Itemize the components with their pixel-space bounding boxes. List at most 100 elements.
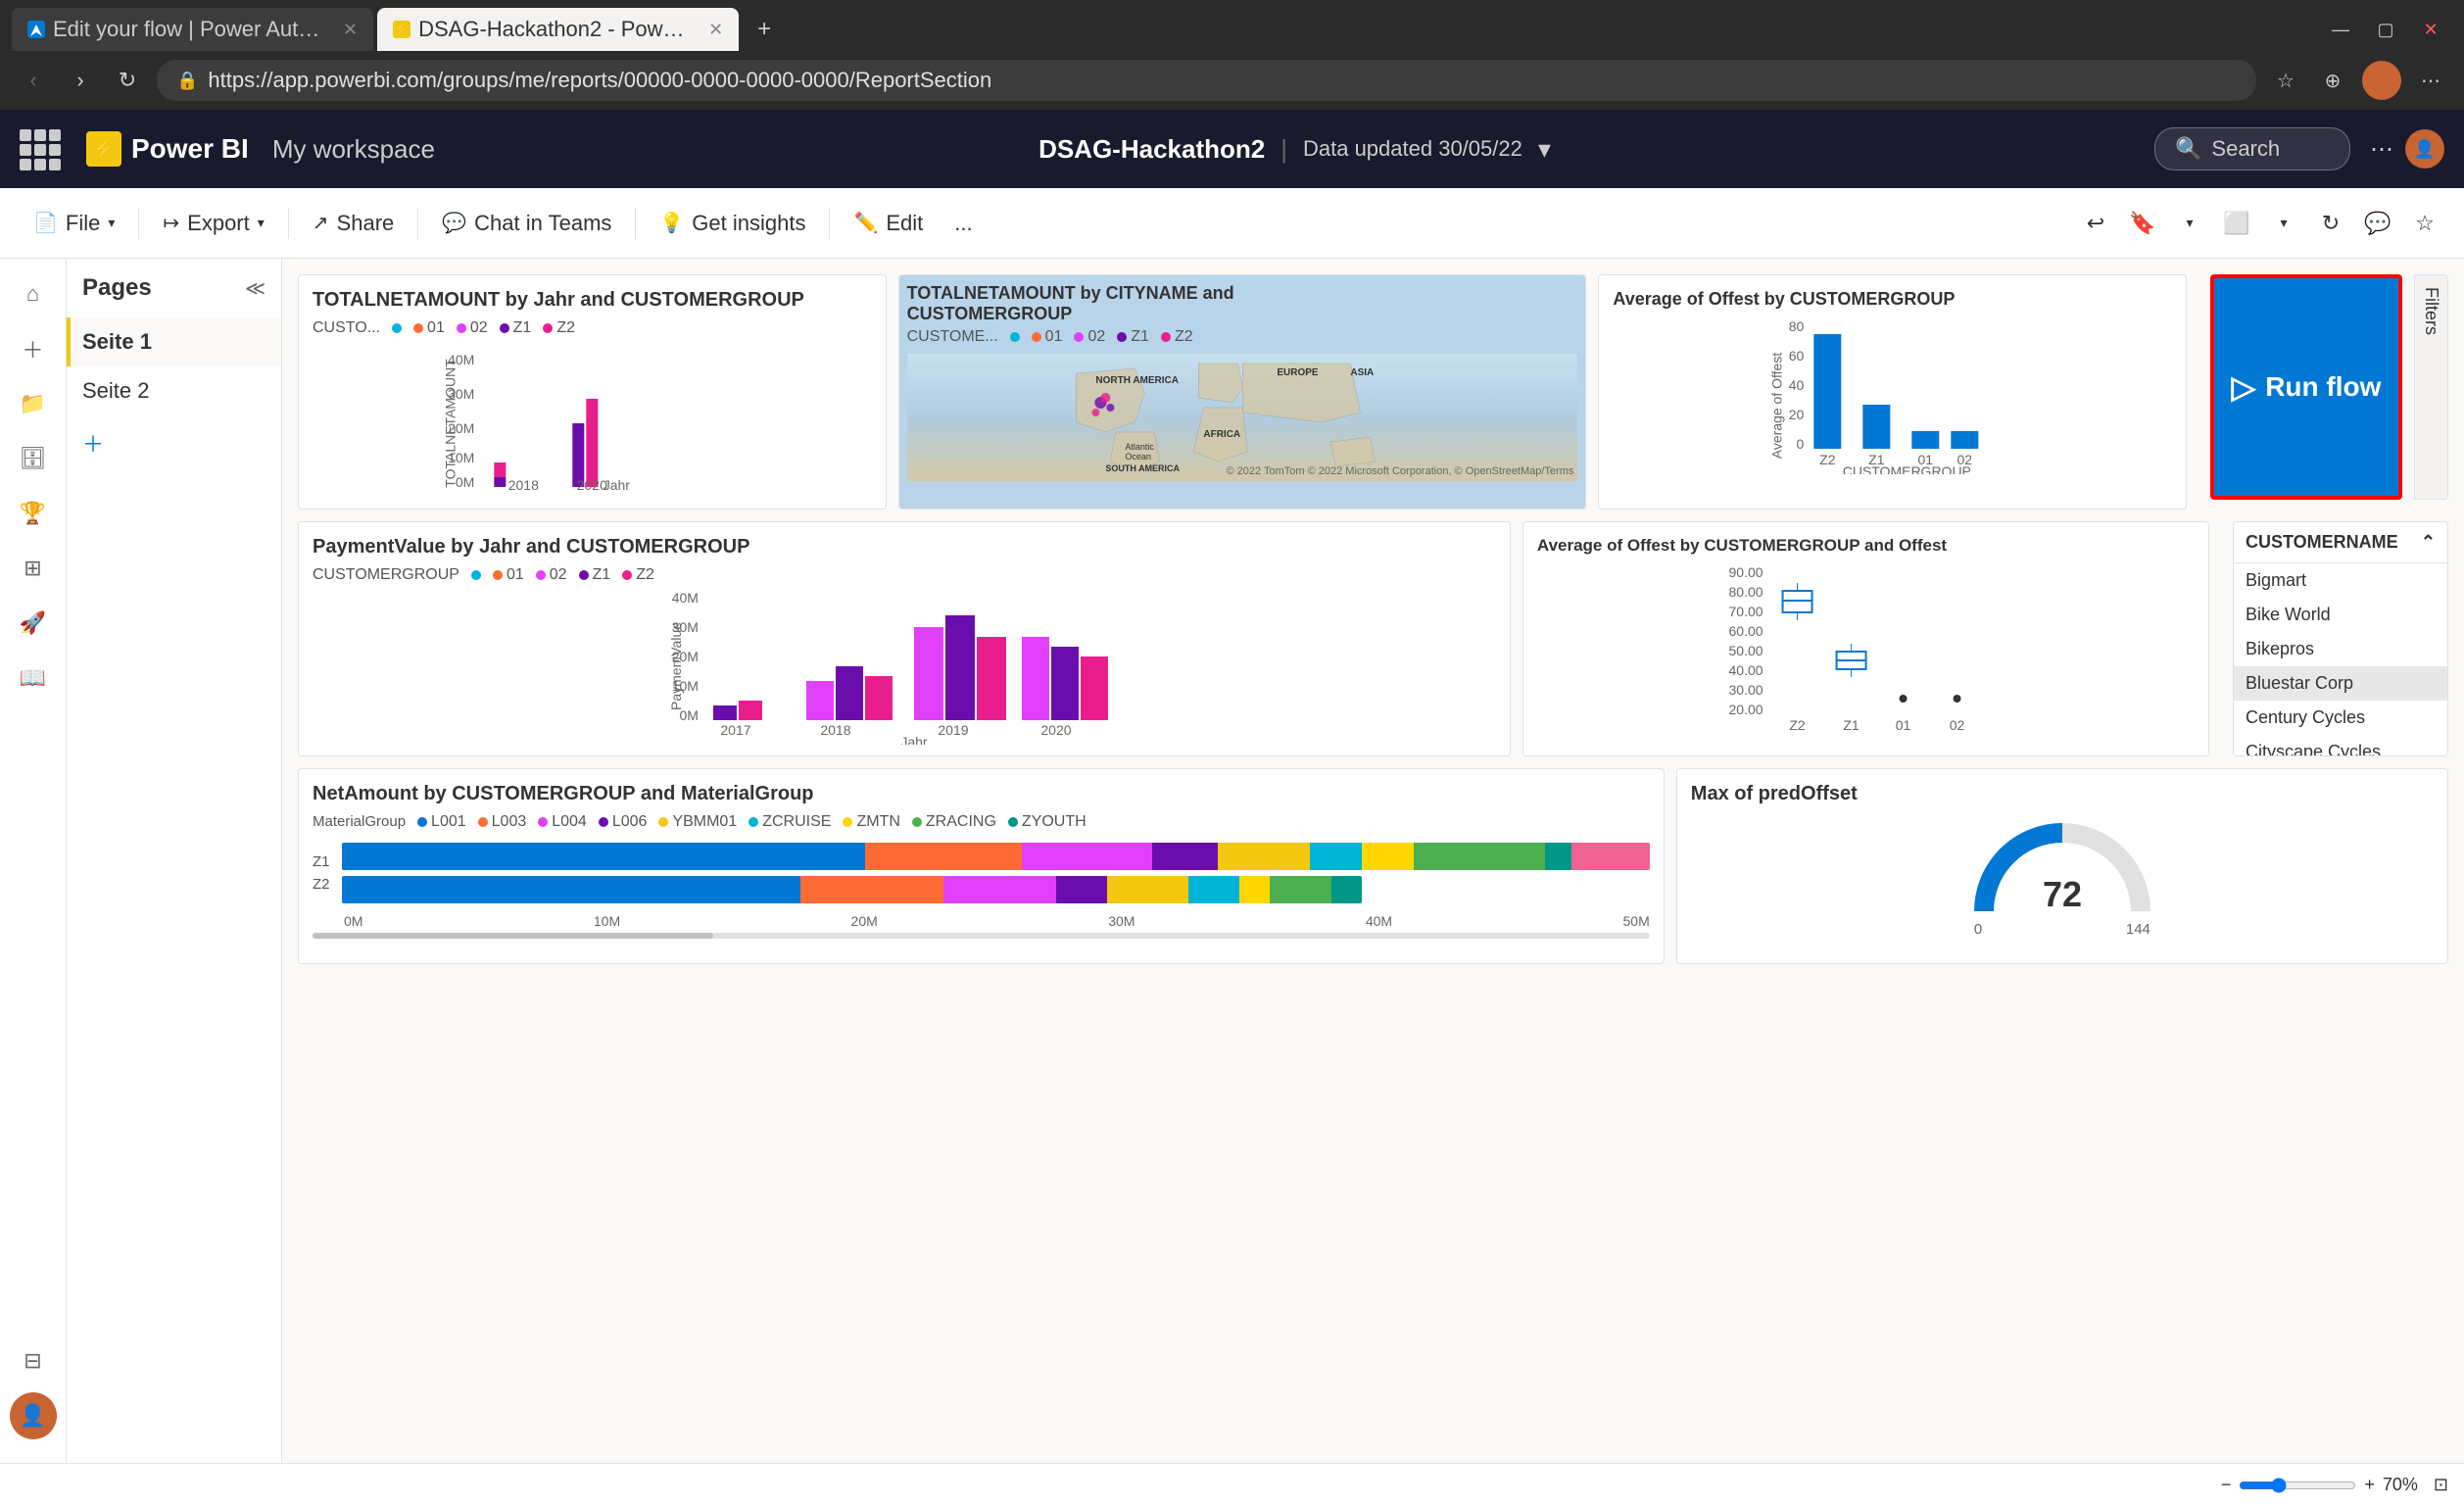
pages-collapse-button[interactable]: ≪ bbox=[245, 276, 266, 301]
browser-controls: ‹ › ↻ 🔒 https://app.powerbi.com/groups/m… bbox=[0, 51, 2464, 110]
customer-bluestar[interactable]: Bluestar Corp bbox=[2234, 666, 2447, 701]
svg-text:ASIA: ASIA bbox=[1350, 367, 1374, 378]
refresh-data-button[interactable]: ↻ bbox=[2311, 204, 2350, 243]
notifications-icon[interactable]: ⋯ bbox=[2370, 135, 2393, 164]
bar-zyouth bbox=[1545, 843, 1571, 870]
chat-teams-button[interactable]: 💬 Chat in Teams bbox=[428, 203, 625, 244]
svg-text:30.00: 30.00 bbox=[1728, 682, 1763, 698]
forward-button[interactable]: › bbox=[63, 63, 98, 98]
zoom-slider[interactable] bbox=[2239, 1478, 2356, 1493]
profile-icon[interactable] bbox=[2362, 61, 2401, 100]
collections-icon[interactable]: ⊕ bbox=[2315, 63, 2350, 98]
report-title: DSAG-Hackathon2 bbox=[1039, 134, 1265, 165]
view-button[interactable]: ⬜ bbox=[2217, 204, 2256, 243]
sidebar-data-hub[interactable]: 🗄 bbox=[10, 435, 57, 482]
refresh-button[interactable]: ↻ bbox=[110, 63, 145, 98]
svg-text:90.00: 90.00 bbox=[1728, 564, 1763, 580]
customer-bikepros[interactable]: Bikepros bbox=[2234, 632, 2447, 666]
sidebar-apps[interactable]: ⊞ bbox=[10, 545, 57, 592]
run-flow-panel[interactable]: ▷ Run flow bbox=[2210, 274, 2402, 500]
chart-totalnetamount-jahr[interactable]: TOTALNETAMOUNT by Jahr and CUSTOMERGROUP… bbox=[298, 274, 887, 510]
data-updated: Data updated 30/05/22 bbox=[1303, 136, 1522, 162]
chart4-z1: Z1 bbox=[579, 566, 611, 584]
zoom-out-button[interactable]: − bbox=[2221, 1475, 2232, 1495]
more-options-button[interactable]: ... bbox=[941, 203, 986, 244]
search-button[interactable]: 🔍 Search bbox=[2154, 127, 2350, 170]
customer-list: Bigmart Bike World Bikepros Bluestar Cor… bbox=[2234, 563, 2447, 755]
page-item-seite2[interactable]: Seite 2 bbox=[67, 366, 281, 415]
address-bar[interactable]: 🔒 https://app.powerbi.com/groups/me/repo… bbox=[157, 60, 2256, 101]
waffle-menu[interactable] bbox=[20, 129, 59, 169]
bar-l001 bbox=[342, 843, 865, 870]
zoom-in-button[interactable]: + bbox=[2364, 1475, 2375, 1495]
browser-tab-powerbi[interactable]: ⚡ DSAG-Hackathon2 - Power BI ✕ bbox=[377, 8, 739, 51]
settings-icon[interactable]: ⋯ bbox=[2413, 63, 2448, 98]
tab-close-2[interactable]: ✕ bbox=[708, 20, 723, 40]
insights-button[interactable]: 💡 Get insights bbox=[646, 203, 819, 244]
waffle-dot bbox=[20, 159, 31, 170]
file-menu[interactable]: 📄 File ▾ bbox=[20, 203, 128, 244]
gauge-svg: 72 bbox=[1964, 813, 2160, 931]
customer-bigmart[interactable]: Bigmart bbox=[2234, 563, 2447, 598]
chart6-legend-label: MaterialGroup bbox=[313, 813, 406, 831]
customer-century[interactable]: Century Cycles bbox=[2234, 701, 2447, 735]
add-page-button[interactable]: ＋ bbox=[67, 415, 281, 470]
legend-dot1 bbox=[392, 319, 402, 337]
minimize-button[interactable]: — bbox=[2319, 15, 2362, 44]
data-updated-chevron[interactable]: ▾ bbox=[1538, 134, 1551, 165]
chart4-dot bbox=[471, 566, 481, 584]
customer-cityscape[interactable]: Cityscape Cycles bbox=[2234, 735, 2447, 755]
star-button[interactable]: ☆ bbox=[2405, 204, 2444, 243]
page-item-seite1[interactable]: Seite 1 bbox=[67, 317, 281, 366]
comments-button[interactable]: 💬 bbox=[2358, 204, 2397, 243]
chart-paymentvalue[interactable]: PaymentValue by Jahr and CUSTOMERGROUP C… bbox=[298, 521, 1511, 756]
browser-tab-power-automate[interactable]: Edit your flow | Power Automate ✕ bbox=[12, 8, 373, 51]
undo-button[interactable]: ↩ bbox=[2076, 204, 2115, 243]
pbi-header-right: ⋯ 👤 bbox=[2370, 129, 2444, 169]
maximize-button[interactable]: ▢ bbox=[2364, 15, 2407, 44]
filters-toggle[interactable]: Filters bbox=[2414, 274, 2448, 500]
chart6-l006: L006 bbox=[599, 813, 648, 831]
chart6-bars-container: Z1 Z2 bbox=[313, 837, 1650, 909]
bookmark-button[interactable]: 🔖 bbox=[2123, 204, 2162, 243]
sidebar-workspaces[interactable]: ⊟ bbox=[10, 1337, 57, 1385]
customer-bikeworld[interactable]: Bike World bbox=[2234, 598, 2447, 632]
chart6-scrollbar[interactable] bbox=[313, 933, 1650, 939]
chart6-bar-z2 bbox=[342, 876, 1363, 903]
sidebar-goals[interactable]: 🏆 bbox=[10, 490, 57, 537]
chart-boxplot[interactable]: Average of Offest by CUSTOMERGROUP and O… bbox=[1522, 521, 2209, 756]
chart2-legend: CUSTOME... 01 02 Z1 Z2 bbox=[907, 328, 1578, 346]
close-button[interactable]: ✕ bbox=[2409, 15, 2452, 44]
sidebar-learn[interactable]: 🚀 bbox=[10, 600, 57, 647]
sidebar-create[interactable]: ＋ bbox=[10, 325, 57, 372]
chart-avg-offest[interactable]: Average of Offest by CUSTOMERGROUP 80 60… bbox=[1598, 274, 2187, 510]
tab-close-1[interactable]: ✕ bbox=[343, 20, 358, 40]
left-sidebar: ⌂ ＋ 📁 🗄 🏆 ⊞ 🚀 📖 ⊟ 👤 ↗ bbox=[0, 259, 67, 1506]
sidebar-browse[interactable]: 📁 bbox=[10, 380, 57, 427]
view-chevron[interactable]: ▾ bbox=[2264, 204, 2303, 243]
chart3-svg: 80 60 40 20 0 Average of Offest bbox=[1613, 317, 2172, 474]
toolbar: 📄 File ▾ ↦ Export ▾ ↗ Share 💬 Chat in Te… bbox=[0, 188, 2464, 259]
fit-page-button[interactable]: ⊡ bbox=[2434, 1475, 2448, 1495]
sidebar-metrics[interactable]: 📖 bbox=[10, 655, 57, 702]
zoom-control: − + 70% ⊡ bbox=[2221, 1475, 2448, 1495]
pbi-workspace[interactable]: My workspace bbox=[272, 134, 435, 165]
chart-netamount[interactable]: NetAmount by CUSTOMERGROUP and MaterialG… bbox=[298, 768, 1665, 964]
header-separator: | bbox=[1280, 134, 1287, 165]
favorites-icon[interactable]: ☆ bbox=[2268, 63, 2303, 98]
export-menu[interactable]: ↦ Export ▾ bbox=[149, 203, 277, 244]
chart-map[interactable]: TOTALNETAMOUNT by CITYNAME andCUSTOMERGR… bbox=[898, 274, 1587, 510]
back-button[interactable]: ‹ bbox=[16, 63, 51, 98]
new-tab-button[interactable]: + bbox=[747, 12, 782, 47]
bookmark-chevron[interactable]: ▾ bbox=[2170, 204, 2209, 243]
insights-label: Get insights bbox=[692, 211, 805, 236]
user-avatar[interactable]: 👤 bbox=[2405, 129, 2444, 169]
sidebar-user[interactable]: 👤 bbox=[10, 1392, 57, 1439]
tick-40m: 40M bbox=[1366, 913, 1392, 929]
sidebar-home[interactable]: ⌂ bbox=[10, 270, 57, 317]
chart-gauge[interactable]: Max of predOffset 72 0 144 bbox=[1676, 768, 2448, 964]
svg-text:Jahr: Jahr bbox=[900, 734, 928, 745]
share-button[interactable]: ↗ Share bbox=[299, 203, 408, 244]
chart2-legend-02: 02 bbox=[1074, 328, 1105, 346]
edit-button[interactable]: ✏️ Edit bbox=[840, 203, 937, 244]
